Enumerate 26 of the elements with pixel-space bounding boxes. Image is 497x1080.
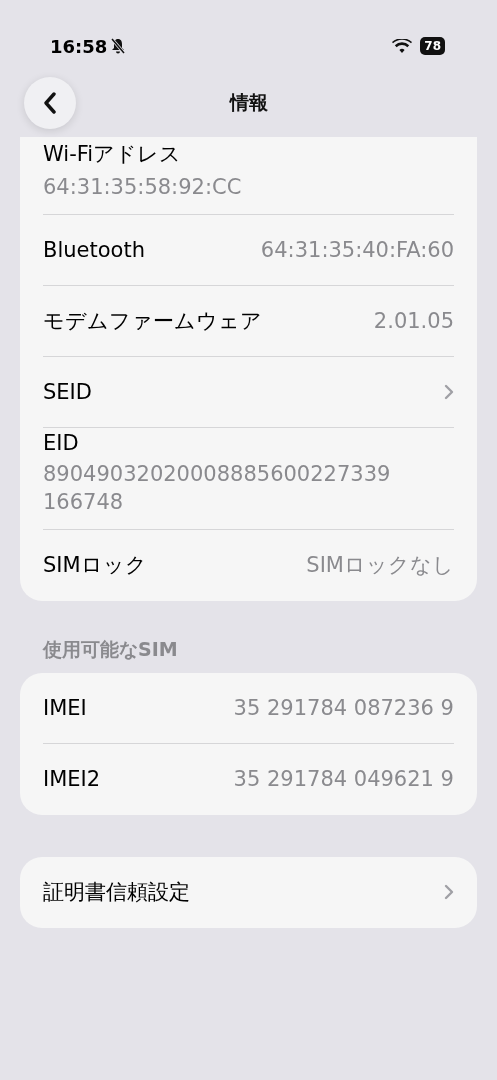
row-value: 64:31:35:40:FA:60 — [260, 238, 454, 263]
page-title: 情報 — [229, 90, 268, 115]
status-time: 16:58 — [50, 35, 108, 57]
row-value: 89049032020008885600227339166748 — [43, 461, 392, 516]
row-value: 35 291784 087236 9 — [233, 695, 454, 720]
row-value: 64:31:35:58:92:CC — [43, 174, 243, 201]
wifi-icon — [392, 38, 413, 54]
row-label: Bluetooth — [43, 238, 145, 263]
row-label: モデムファームウェア — [43, 308, 262, 336]
row-value: SIMロックなし — [306, 552, 454, 580]
battery-level: 78 — [420, 37, 445, 55]
row-value: 35 291784 049621 9 — [233, 767, 454, 792]
row-label: Wi-Fiアドレス — [43, 141, 182, 168]
bell-slash-icon — [111, 38, 126, 54]
row-label: EID — [43, 431, 79, 456]
back-chevron-icon — [43, 92, 57, 114]
section-header: 使用可能なSIM — [41, 636, 179, 662]
list-item[interactable]: 証明書信頼設定 — [43, 856, 454, 928]
list-item[interactable]: SEID — [43, 357, 454, 429]
back-button[interactable] — [24, 77, 76, 129]
row-label: IMEI2 — [43, 767, 101, 792]
row-label: SIMロック — [43, 552, 147, 580]
chevron-icon — [444, 384, 454, 401]
chevron-icon — [444, 884, 454, 901]
row-label: IMEI — [43, 695, 87, 720]
row-value: 2.01.05 — [373, 309, 454, 334]
